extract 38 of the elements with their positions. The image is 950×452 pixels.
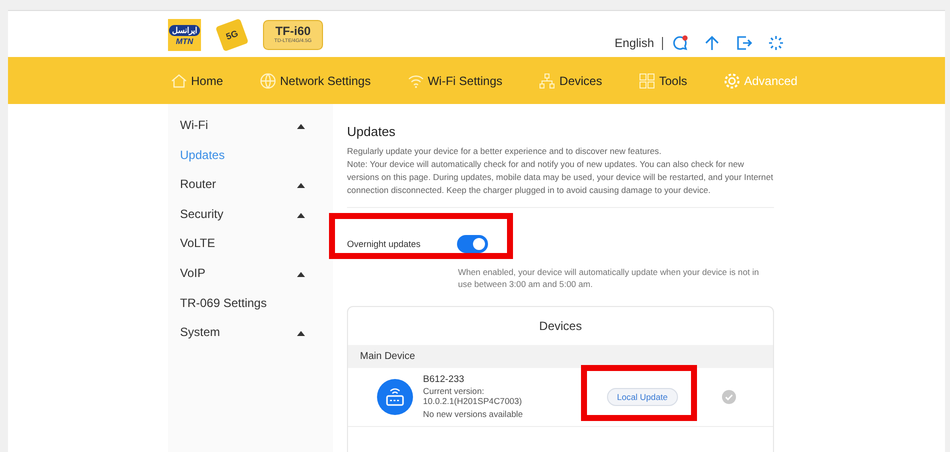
router-icon[interactable]	[377, 379, 413, 415]
logout-icon[interactable]	[735, 34, 753, 52]
group-header: Main Device	[348, 345, 773, 368]
sidebar-item[interactable]: Router	[180, 177, 333, 207]
sidebar-item[interactable]: Wi-Fi	[180, 118, 333, 148]
loading-icon[interactable]	[767, 34, 785, 52]
sidebar-item[interactable]: TR-069 Settings	[180, 296, 333, 326]
sidebar-item[interactable]: VoIP	[180, 266, 333, 296]
cube-logo: 5G	[215, 18, 249, 52]
description-text: Note: Your device will automatically check for and notify you of new updates. You can also check for new versions on this page. During updates, mobile data may be used, your device will be restarted, and your Internet connection disconnected. Keep the charger plugged in to avoid causing damage to your device.	[347, 158, 774, 197]
description-text: Regularly update your device for a better experience and to discover new features.	[347, 145, 662, 158]
caret-icon[interactable]	[297, 331, 305, 336]
hint-text: When enabled, your device will automatically update when your device is not in use between 3:00 am and 5:00 am.	[458, 266, 760, 290]
nav-tab[interactable]: Wi-Fi Settings	[406, 72, 502, 90]
upload-icon[interactable]	[703, 34, 721, 52]
sidebar-item[interactable]: Security	[180, 206, 333, 236]
device-name: B612-233	[423, 374, 466, 386]
language-link[interactable]: English	[614, 36, 654, 50]
sidebar-item[interactable]: System	[180, 325, 333, 355]
caret-icon[interactable]	[297, 272, 305, 277]
message-icon[interactable]	[671, 34, 689, 52]
card-title: Devices	[538, 318, 583, 335]
toggle-switch[interactable]	[457, 235, 488, 253]
local-update-button[interactable]: Local Update	[607, 388, 678, 406]
status-text: No new versions available	[423, 408, 524, 420]
caret-icon[interactable]	[297, 183, 305, 188]
nav-tab[interactable]: Tools	[638, 72, 688, 90]
section-title: Updates	[347, 124, 396, 139]
nav-tab[interactable]: Network Settings	[259, 72, 371, 90]
caret-icon[interactable]	[297, 124, 305, 129]
setting-label: Overnight updates	[347, 239, 422, 249]
check-icon[interactable]	[722, 390, 736, 404]
nav-tab[interactable]: Devices	[538, 72, 602, 90]
caret-icon[interactable]	[297, 212, 305, 218]
sidebar-item[interactable]: VoLTE	[180, 236, 333, 266]
nav-tab[interactable]: Home	[170, 72, 224, 90]
version-text: 10.0.2.1(H201SP4C7003)	[423, 396, 523, 406]
version-label: Current version:	[423, 386, 486, 396]
